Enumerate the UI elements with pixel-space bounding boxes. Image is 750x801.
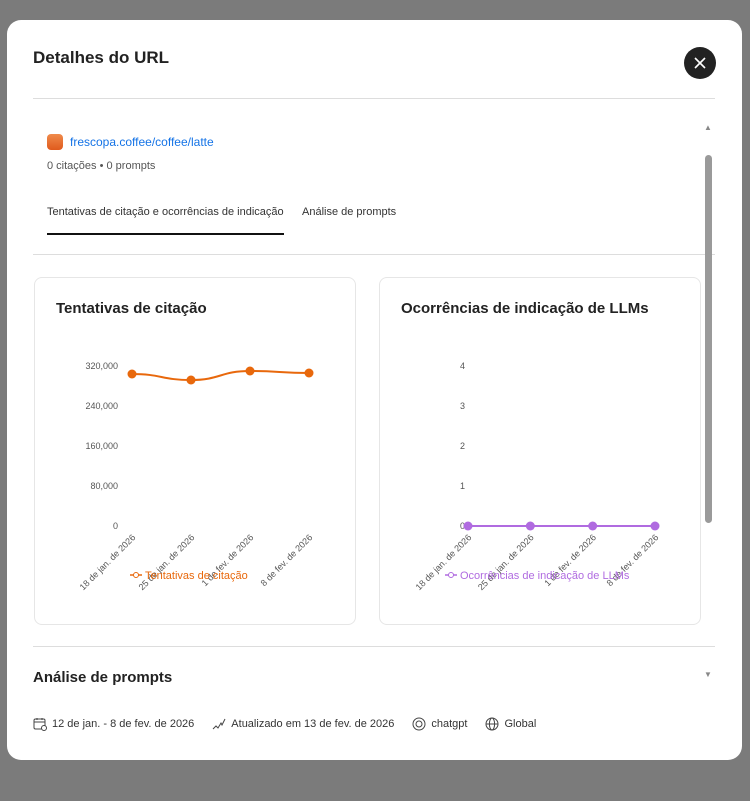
globe-icon: [485, 717, 499, 731]
citation-attempts-chart: 0 80,000 160,000 240,000 320,000 18 de jan. d…: [78, 361, 315, 592]
legend-marker: [448, 572, 454, 578]
data-point: [127, 369, 137, 379]
modal-scroll-area: frescopa.coffee/coffee/latte 0 citações …: [7, 120, 742, 692]
llm-referrals-chart: 0123418 de jan. de 2026 25 de jan. de 202…: [414, 361, 661, 592]
y-tick-label: 3: [460, 401, 465, 411]
y-tick-label: 0: [113, 521, 118, 531]
data-point: [463, 521, 473, 531]
y-tick-label: 320,000: [85, 361, 118, 371]
trend-icon: [212, 718, 226, 730]
data-point: [304, 368, 314, 378]
calendar-icon: [33, 718, 47, 731]
x-tick-label: 25 de jan. de 2026: [476, 532, 536, 592]
data-point: [245, 366, 255, 376]
x-tick-label: 8 de fev. de 2026: [259, 532, 315, 588]
y-tick-label: 1: [460, 481, 465, 491]
modal-footer: 12 de jan. - 8 de fev. de 2026 Atualizad…: [33, 717, 536, 731]
series-line: [131, 369, 310, 382]
scrollbar-thumb[interactable]: [705, 155, 712, 523]
url-details-modal: Detalhes do URL frescopa.coffee/coffee/l…: [7, 20, 742, 760]
model-name: chatgpt: [431, 718, 468, 730]
y-tick-label: 4: [460, 361, 465, 371]
url-meta: 0 citações • 0 prompts: [47, 160, 156, 172]
tab-citation-attempts[interactable]: Tentativas de citação e ocorrências de i…: [47, 206, 284, 235]
legend-label: Ocorrências de indicação de LLMs: [460, 570, 630, 582]
site-favicon-icon: [47, 134, 63, 150]
divider: [33, 254, 715, 255]
data-point: [650, 521, 660, 531]
data-point: [588, 521, 598, 531]
y-tick-label: 240,000: [85, 401, 118, 411]
scroll-up-icon[interactable]: ▲: [704, 123, 712, 132]
y-tick-label: 160,000: [85, 441, 118, 451]
url-link[interactable]: frescopa.coffee/coffee/latte: [70, 135, 214, 149]
chart-card-citation-attempts: Tentativas de citação 0 80,000 160,000 240,…: [34, 277, 356, 625]
legend-label: Tentativas de citação: [145, 570, 248, 582]
x-tick-label: 18 de jan. de 2026: [78, 532, 138, 592]
scroll-down-icon[interactable]: ▼: [704, 670, 712, 679]
divider: [33, 98, 715, 99]
close-icon: [694, 57, 706, 69]
chart-card-llm-referrals: Ocorrências de indicação de LLMs 0 1 2 3 4 18…: [379, 277, 701, 625]
x-tick-label: 25 de jan. de 2026: [137, 532, 197, 592]
y-tick-label: 80,000: [90, 481, 118, 491]
x-tick-label: 18 de jan. de 2026: [414, 532, 474, 592]
target-icon: [412, 717, 426, 731]
modal-title: Detalhes do URL: [33, 48, 170, 67]
date-range: 12 de jan. - 8 de fev. de 2026: [52, 718, 195, 730]
legend-marker: [133, 572, 139, 578]
data-point: [186, 375, 196, 385]
section-title: Análise de prompts: [33, 669, 173, 686]
close-button[interactable]: [684, 47, 716, 79]
tab-prompt-analysis[interactable]: Análise de prompts: [302, 206, 396, 218]
divider: [33, 646, 715, 647]
updated-date: Atualizado em 13 de fev. de 2026: [231, 718, 395, 730]
y-tick-label: 2: [460, 441, 465, 451]
region: Global: [504, 718, 537, 730]
data-point: [525, 521, 535, 531]
